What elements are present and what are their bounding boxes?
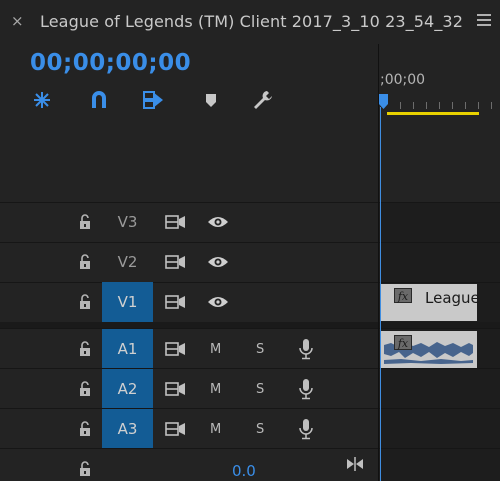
- wrench-settings-icon[interactable]: [251, 88, 275, 112]
- track-header-divider: [378, 44, 379, 481]
- lock-open-icon[interactable]: [79, 381, 93, 397]
- track-header-a2: [0, 368, 378, 408]
- lock-open-icon[interactable]: [79, 461, 93, 477]
- lock-open-icon[interactable]: [79, 341, 93, 357]
- track-lane-a2[interactable]: [379, 368, 500, 408]
- ruler-tick: [439, 102, 440, 109]
- ruler-tick: [465, 102, 466, 109]
- sync-lock-icon[interactable]: [165, 381, 187, 397]
- solo-button[interactable]: S: [256, 422, 264, 437]
- master-track-header: [0, 448, 378, 481]
- eye-toggle-icon[interactable]: [207, 254, 229, 270]
- mute-button[interactable]: M: [210, 382, 221, 397]
- solo-button[interactable]: S: [256, 382, 264, 397]
- master-volume-value[interactable]: 0.0: [232, 462, 256, 480]
- playhead-line: [380, 107, 381, 481]
- track-label-a1[interactable]: A1: [102, 340, 153, 358]
- track-label-a3[interactable]: A3: [102, 420, 153, 438]
- ruler-tick: [491, 102, 492, 109]
- video-clip-title: League: [425, 289, 480, 307]
- track-header-v1: [0, 282, 378, 322]
- add-marker-icon[interactable]: [200, 88, 224, 112]
- playhead-icon[interactable]: [379, 94, 388, 109]
- microphone-icon[interactable]: [299, 338, 313, 360]
- time-ruler[interactable]: [379, 44, 500, 202]
- lock-open-icon[interactable]: [79, 294, 93, 310]
- fx-badge: fx: [394, 288, 412, 303]
- sync-lock-icon[interactable]: [165, 294, 187, 310]
- mute-button[interactable]: M: [210, 342, 221, 357]
- eye-toggle-icon[interactable]: [207, 294, 229, 310]
- lock-open-icon[interactable]: [79, 254, 93, 270]
- linked-selection-icon[interactable]: [141, 88, 165, 112]
- ruler-tick: [426, 102, 427, 109]
- track-label-v3[interactable]: V3: [102, 213, 153, 231]
- eye-toggle-icon[interactable]: [207, 214, 229, 230]
- microphone-icon[interactable]: [299, 378, 313, 400]
- ruler-tick: [452, 102, 453, 109]
- audio-clip[interactable]: fx: [381, 331, 477, 368]
- track-header-a3: [0, 408, 378, 448]
- track-header-v3: [0, 202, 378, 242]
- fx-badge: fx: [394, 335, 412, 350]
- track-lane-a3[interactable]: [379, 408, 500, 448]
- ruler-time-label: ;00;00: [380, 72, 426, 88]
- track-lane-v2[interactable]: [379, 242, 500, 282]
- ripple-snap-icon[interactable]: [30, 88, 54, 112]
- video-clip[interactable]: fx League: [381, 284, 480, 321]
- panel-menu-icon[interactable]: [477, 14, 491, 26]
- sync-lock-icon[interactable]: [165, 341, 187, 357]
- track-label-a2[interactable]: A2: [102, 380, 153, 398]
- ruler-tick: [413, 102, 414, 109]
- playhead-timecode[interactable]: 00;00;00;00: [30, 50, 191, 76]
- track-label-v1[interactable]: V1: [102, 293, 153, 311]
- sync-lock-icon[interactable]: [165, 421, 187, 437]
- ruler-tick: [478, 102, 479, 109]
- sequence-tab-title[interactable]: League of Legends (TM) Client 2017_3_10 …: [40, 12, 463, 31]
- track-lane-v3[interactable]: [379, 202, 500, 242]
- mute-button[interactable]: M: [210, 422, 221, 437]
- lock-open-icon[interactable]: [79, 421, 93, 437]
- close-tab-icon[interactable]: ×: [11, 12, 24, 30]
- track-header-a1: [0, 328, 378, 368]
- go-to-edit-point-icon[interactable]: [346, 456, 364, 471]
- lock-open-icon[interactable]: [79, 214, 93, 230]
- master-track-lane: [379, 448, 500, 481]
- magnet-snap-icon[interactable]: [87, 88, 111, 112]
- sync-lock-icon[interactable]: [165, 214, 187, 230]
- ruler-tick: [400, 102, 401, 109]
- work-area-bar[interactable]: [387, 112, 479, 115]
- microphone-icon[interactable]: [299, 418, 313, 440]
- sync-lock-icon[interactable]: [165, 254, 187, 270]
- track-header-v2: [0, 242, 378, 282]
- solo-button[interactable]: S: [256, 342, 264, 357]
- track-label-v2[interactable]: V2: [102, 253, 153, 271]
